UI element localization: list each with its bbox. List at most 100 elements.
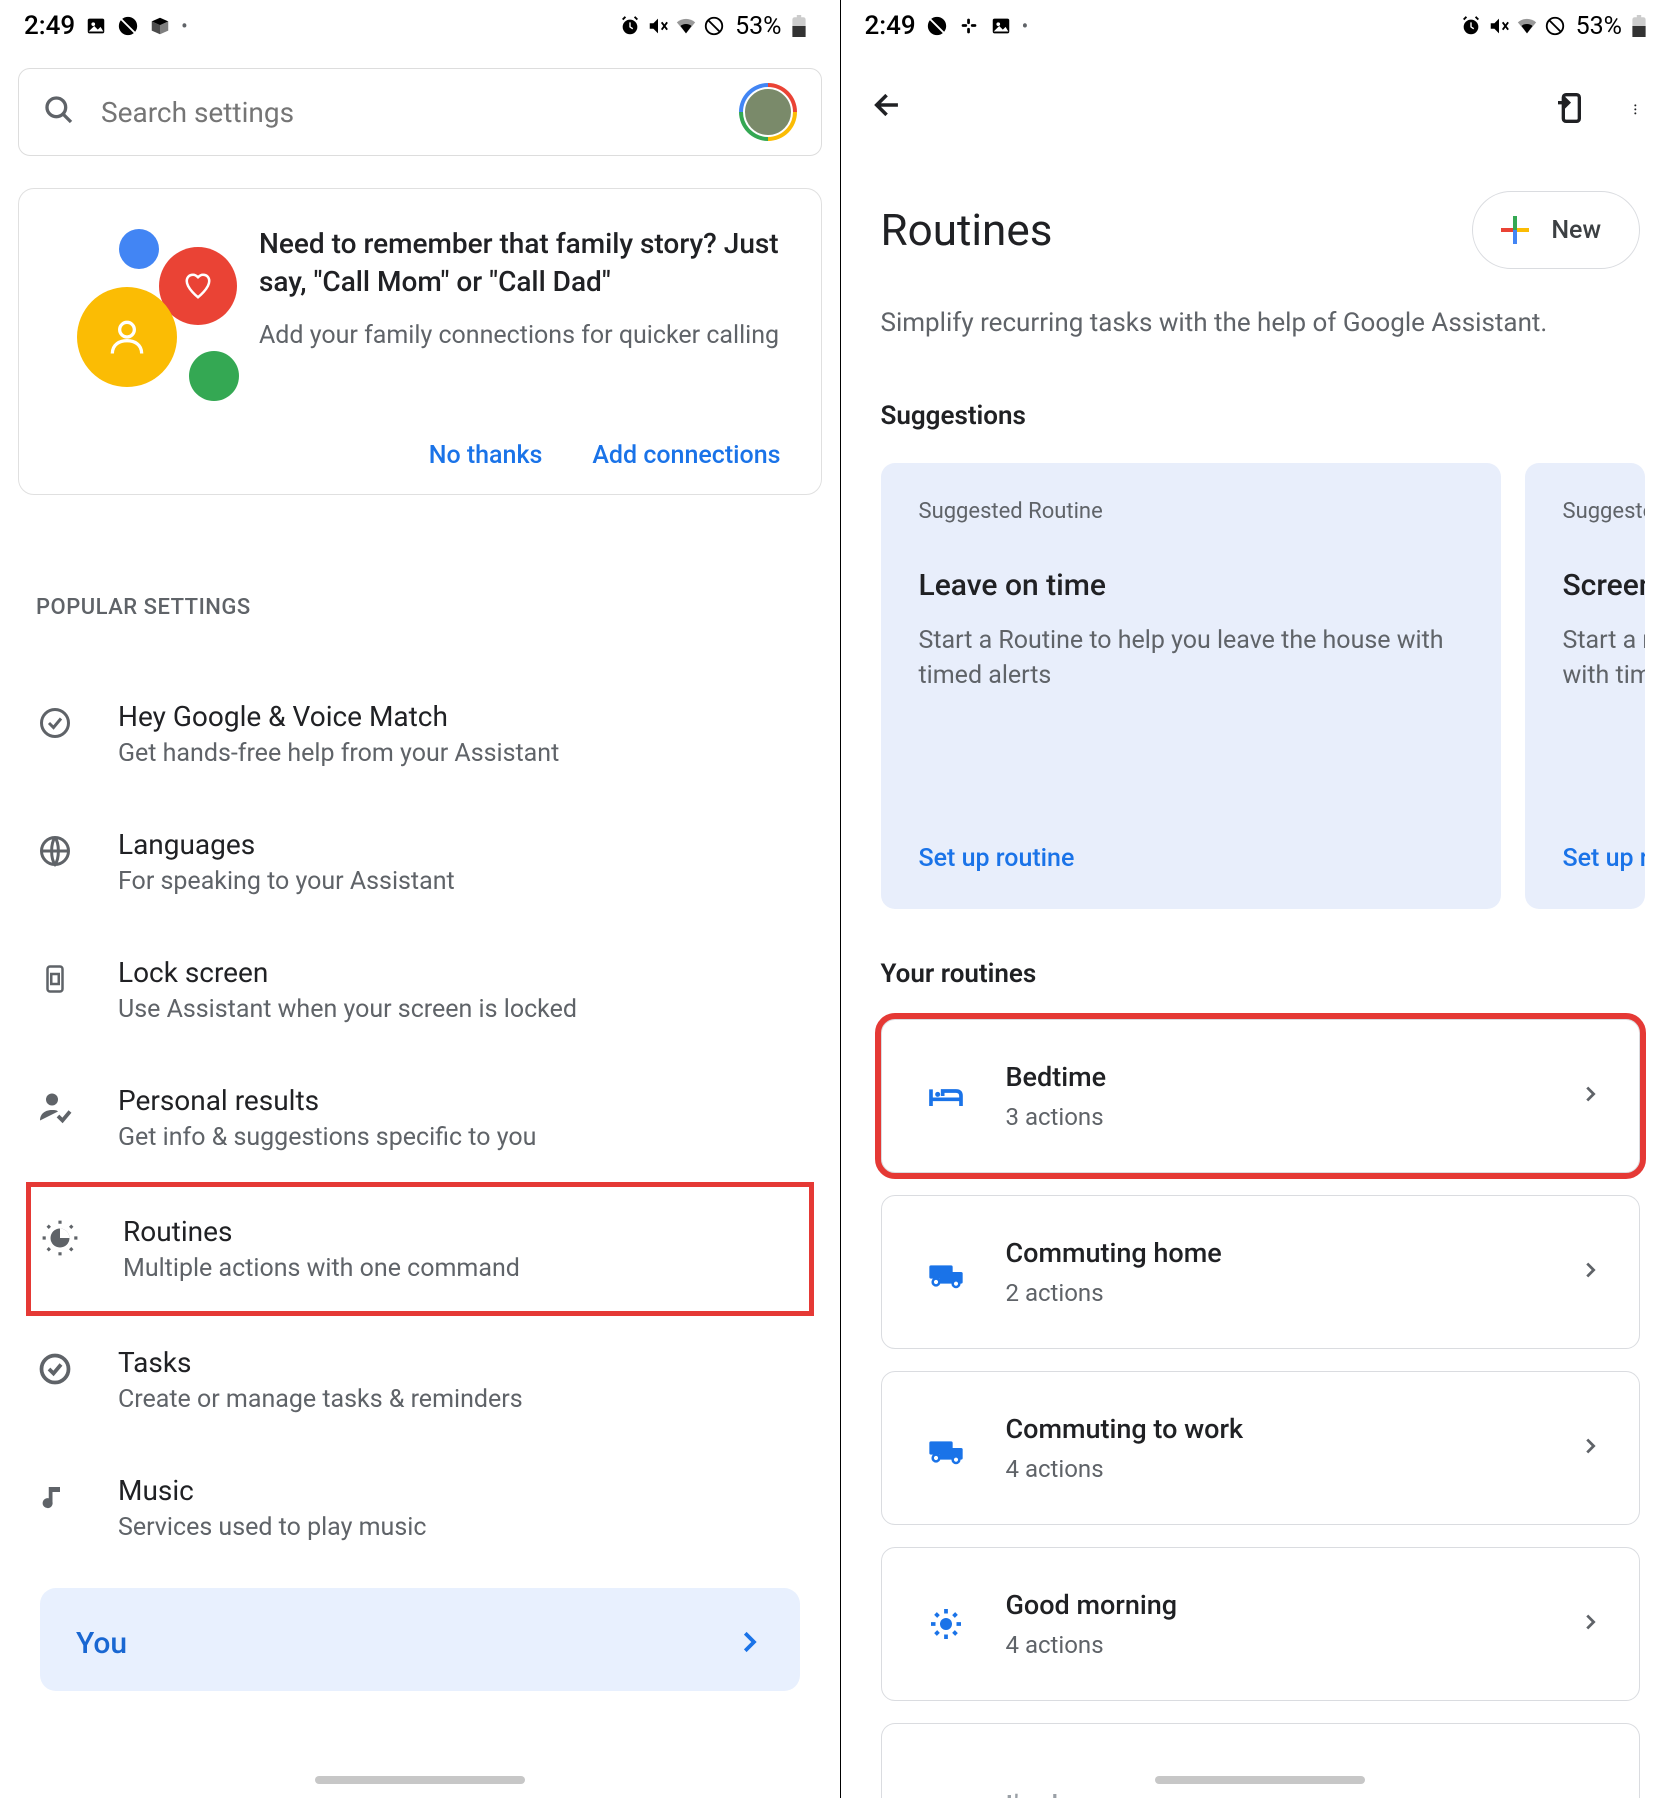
slack-icon <box>958 15 980 37</box>
setting-title: Music <box>118 1474 426 1507</box>
routine-title: Commuting home <box>1006 1237 1222 1269</box>
shortcut-icon[interactable] <box>1554 92 1586 128</box>
setting-title: Hey Google & Voice Match <box>118 700 559 733</box>
suggestion-desc: Start a rout with timed <box>1563 623 1607 693</box>
profile-avatar[interactable] <box>739 83 797 141</box>
add-connections-button[interactable]: Add connections <box>592 441 780 470</box>
dnd2-icon <box>1544 15 1566 37</box>
dot-icon: • <box>1022 16 1028 37</box>
search-input[interactable] <box>101 96 739 129</box>
routines-icon <box>41 1219 79 1257</box>
globe-icon <box>36 832 74 870</box>
routine-sub: 3 actions <box>1006 1103 1107 1131</box>
chevron-right-icon <box>1579 1435 1601 1461</box>
routine-title: I'm home <box>1006 1789 1124 1798</box>
setting-desc: Get info & suggestions specific to you <box>118 1123 536 1152</box>
alarm-icon <box>1460 15 1482 37</box>
page-title: Routines <box>881 204 1053 256</box>
chevron-right-icon <box>1579 1611 1601 1637</box>
car-icon <box>926 1428 966 1468</box>
battery-text: 53% <box>1576 12 1622 41</box>
home-icon <box>926 1761 966 1798</box>
box-icon <box>149 15 171 37</box>
setting-music[interactable]: Music Services used to play music <box>0 1444 840 1572</box>
dnd-icon <box>117 15 139 37</box>
setting-hey-google[interactable]: Hey Google & Voice Match Get hands-free h… <box>0 670 840 798</box>
routine-commuting-home[interactable]: Commuting home 2 actions <box>881 1195 1641 1349</box>
suggestion-card-leave-on-time[interactable]: Suggested Routine Leave on time Start a … <box>881 463 1501 909</box>
dot-icon: • <box>181 16 187 37</box>
voice-match-icon <box>36 704 74 742</box>
phone-icon <box>36 960 74 998</box>
setting-title: Languages <box>118 828 455 861</box>
chevron-right-icon <box>734 1627 764 1661</box>
status-left: 2:49 • <box>865 11 1028 41</box>
setting-desc: Create or manage tasks & reminders <box>118 1385 523 1414</box>
page-subtitle: Simplify recurring tasks with the help o… <box>881 305 1641 341</box>
new-label: New <box>1551 216 1601 245</box>
status-time: 2:49 <box>24 11 75 41</box>
bed-icon <box>926 1076 966 1116</box>
setting-languages[interactable]: Languages For speaking to your Assistant <box>0 798 840 926</box>
routine-sub: 4 actions <box>1006 1631 1178 1659</box>
sun-icon <box>926 1604 966 1644</box>
mute-icon <box>647 15 669 37</box>
image-icon <box>990 15 1012 37</box>
tasks-icon <box>36 1350 74 1388</box>
nav-handle[interactable] <box>315 1776 525 1784</box>
setting-tasks[interactable]: TasksCreate or manage tasks & reminders <box>0 1316 840 1444</box>
setting-desc: Use Assistant when your screen is locked <box>118 995 577 1024</box>
setting-desc: Multiple actions with one command <box>123 1254 520 1283</box>
suggestion-action[interactable]: Set up rou <box>1563 844 1607 873</box>
dnd-icon <box>926 15 948 37</box>
setting-routines[interactable]: Routines Multiple actions with one comman… <box>26 1182 814 1316</box>
alarm-icon <box>619 15 641 37</box>
routine-list: Bedtime 3 actions Commuting home 2 actions… <box>881 1019 1641 1798</box>
screen-routines: 2:49 • 53% Routines New <box>841 0 1680 1798</box>
status-time: 2:49 <box>865 11 916 41</box>
setting-personal-results[interactable]: Personal results Get info & suggestions s… <box>0 1054 840 1182</box>
popular-settings-header: POPULAR SETTINGS <box>36 595 840 620</box>
person-check-icon <box>36 1088 74 1126</box>
suggestions-scroll[interactable]: Suggested Routine Leave on time Start a … <box>881 463 1680 909</box>
routine-commuting-work[interactable]: Commuting to work4 actions <box>881 1371 1641 1525</box>
suggestion-label: Suggested R <box>1563 499 1607 524</box>
routine-title: Bedtime <box>1006 1061 1107 1093</box>
routine-good-morning[interactable]: Good morning4 actions <box>881 1547 1641 1701</box>
search-icon <box>43 94 75 130</box>
chevron-right-icon <box>1579 1083 1601 1109</box>
routine-im-home[interactable]: I'm home <box>881 1723 1641 1798</box>
setting-desc: Get hands-free help from your Assistant <box>118 739 559 768</box>
setting-lock-screen[interactable]: Lock screen Use Assistant when your scree… <box>0 926 840 1054</box>
status-right: 53% <box>619 12 809 41</box>
screen-settings: 2:49 • 53% <box>0 0 840 1798</box>
promo-subtitle: Add your family connections for quicker … <box>259 319 781 353</box>
search-bar[interactable] <box>18 68 822 156</box>
top-bar <box>841 52 1680 161</box>
nav-handle[interactable] <box>1155 1776 1365 1784</box>
back-button[interactable] <box>871 88 905 131</box>
suggestions-header: Suggestions <box>881 401 1680 431</box>
status-right: 53% <box>1460 12 1650 41</box>
routine-sub: 2 actions <box>1006 1279 1222 1307</box>
music-icon <box>36 1478 74 1516</box>
you-card[interactable]: You <box>40 1588 800 1691</box>
you-title: You <box>76 1626 127 1661</box>
suggestion-action[interactable]: Set up routine <box>919 844 1463 873</box>
setting-title: Lock screen <box>118 956 577 989</box>
setting-desc: For speaking to your Assistant <box>118 867 455 896</box>
routine-bedtime[interactable]: Bedtime 3 actions <box>881 1019 1641 1173</box>
suggestion-card-screen-time[interactable]: Suggested R Screen tim Start a rout with… <box>1525 463 1645 909</box>
setting-desc: Services used to play music <box>118 1513 426 1542</box>
promo-graphic <box>59 225 229 395</box>
more-menu[interactable] <box>1634 92 1642 128</box>
setting-title: Routines <box>123 1215 520 1248</box>
setting-title: Personal results <box>118 1084 536 1117</box>
new-routine-button[interactable]: New <box>1472 191 1640 269</box>
no-thanks-button[interactable]: No thanks <box>429 441 543 470</box>
suggestion-desc: Start a Routine to help you leave the ho… <box>919 623 1463 693</box>
image-icon <box>85 15 107 37</box>
status-bar: 2:49 • 53% <box>0 0 840 52</box>
status-left: 2:49 • <box>24 11 187 41</box>
suggestion-title: Leave on time <box>919 568 1463 603</box>
